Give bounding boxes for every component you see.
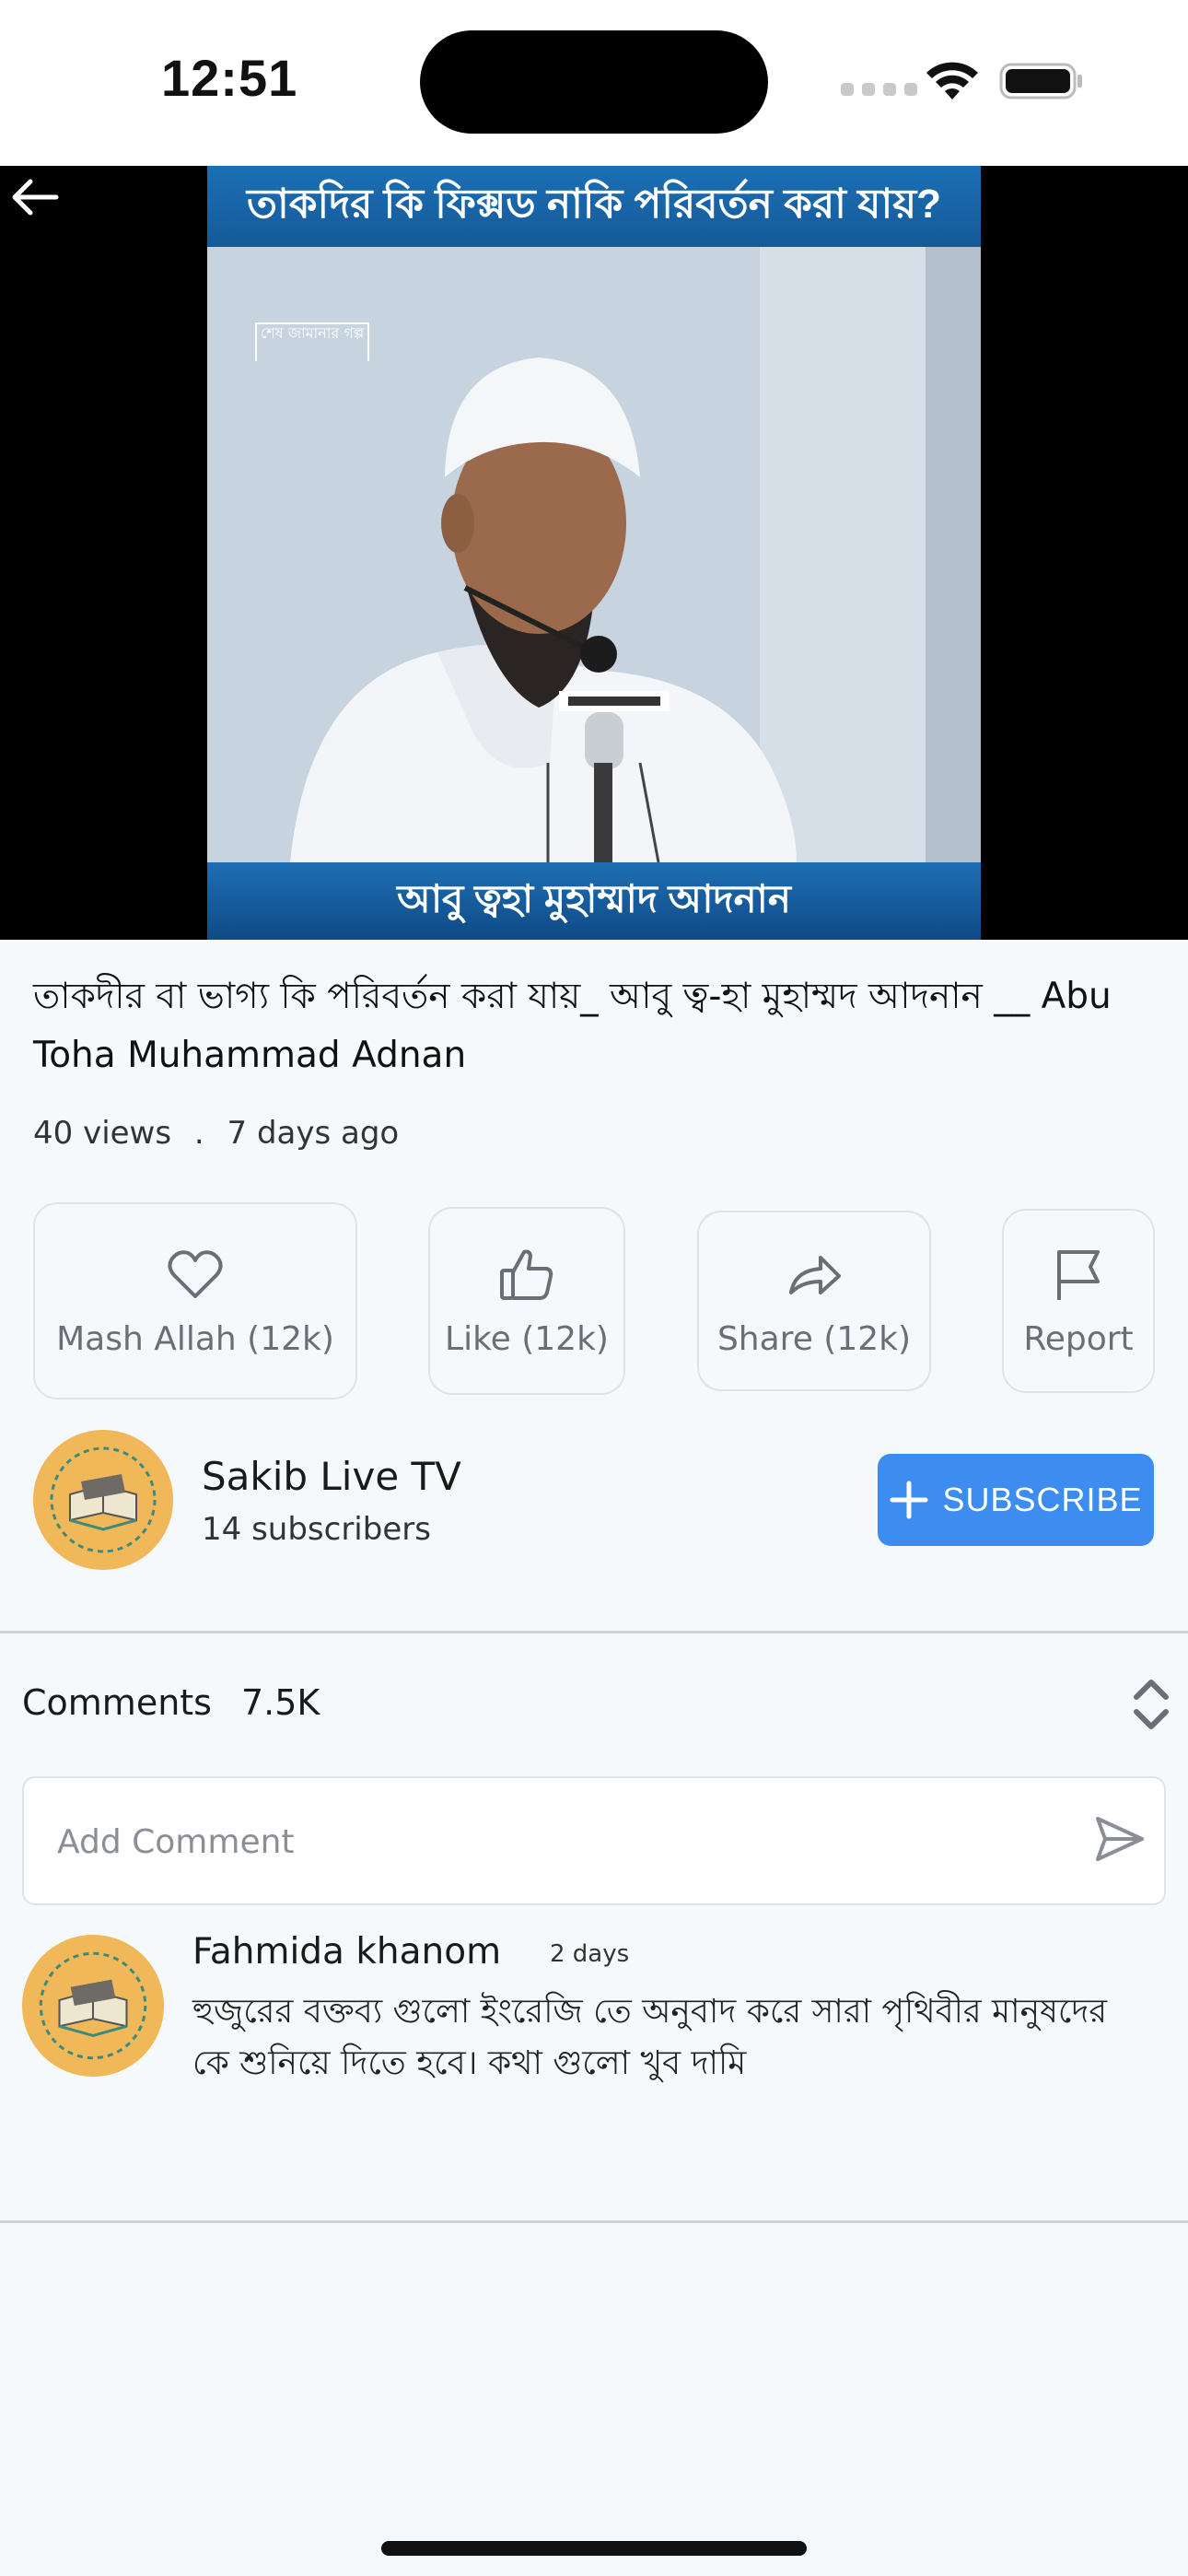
arrow-left-icon (12, 179, 59, 216)
channel-name[interactable]: Sakib Live TV (202, 1454, 461, 1499)
video-player[interactable]: তাকদির কি ফিক্সড নাকি পরিবর্তন করা যায়?… (0, 166, 1188, 940)
wifi-icon (926, 62, 978, 100)
comment-time: 2 days (550, 1940, 630, 1968)
heart-icon (168, 1249, 223, 1298)
meta-separator: . (193, 1115, 204, 1152)
commenter-avatar[interactable] (22, 1935, 164, 2077)
report-label: Report (1023, 1319, 1134, 1358)
upload-age: 7 days ago (227, 1115, 400, 1152)
thumbs-up-icon (500, 1249, 553, 1300)
chevron-up-down-icon[interactable] (1127, 1675, 1175, 1734)
video-title: তাকদীর বা ভাগ্য কি পরিবর্তন করা যায়_ আব… (33, 976, 1112, 1076)
cellular-signal-icon (841, 83, 917, 96)
video-thumbnail[interactable]: তাকদির কি ফিক্সড নাকি পরিবর্তন করা যায়?… (207, 166, 981, 940)
channel-avatar[interactable] (33, 1430, 173, 1570)
flag-icon (1057, 1249, 1100, 1300)
book-logo-icon (33, 1430, 173, 1570)
comment-text: হুজুরের বক্তব্য গুলো ইংরেজি তে অনুবাদ কর… (192, 1993, 1108, 2082)
like-label: Like (12k) (445, 1319, 609, 1358)
share-label: Share (12k) (716, 1319, 912, 1358)
comments-count: 7.5K (241, 1682, 320, 1723)
back-button[interactable] (7, 170, 63, 225)
thumbnail-bottom-banner: আবু ত্বহা মুহাম্মাদ আদনান (207, 862, 981, 940)
status-time: 12:51 (161, 49, 298, 107)
view-count: 40 views (33, 1115, 172, 1152)
subscribe-label: SUBSCRIBE (942, 1481, 1143, 1518)
like-button[interactable]: Like (12k) (428, 1207, 625, 1395)
channel-subscriber-count: 14 subscribers (202, 1511, 431, 1548)
subscribe-button[interactable]: SUBSCRIBE (878, 1454, 1154, 1546)
comment-author[interactable]: Fahmida khanom (192, 1931, 501, 1973)
add-comment-input[interactable] (55, 1778, 1054, 1905)
thumbnail-top-banner: তাকদির কি ফিক্সড নাকি পরিবর্তন করা যায়? (207, 166, 981, 247)
home-indicator[interactable] (381, 2541, 807, 2556)
book-logo-icon (22, 1935, 164, 2077)
plus-icon (890, 1481, 928, 1519)
report-button[interactable]: Report (1002, 1209, 1155, 1393)
video-meta: 40 views . 7 days ago (33, 1115, 399, 1152)
section-divider (0, 1631, 1188, 1633)
status-bar: 12:51 (0, 0, 1188, 166)
share-button[interactable]: Share (12k) (697, 1211, 931, 1391)
comments-heading: Comments (22, 1682, 212, 1723)
thumbnail-watermark: শেষ জামানার গল্প (255, 322, 369, 361)
send-icon[interactable] (1092, 1811, 1147, 1867)
mash-allah-label: Mash Allah (12k) (56, 1319, 334, 1358)
dynamic-island (420, 30, 768, 134)
section-divider (0, 2220, 1188, 2223)
battery-icon (999, 63, 1082, 100)
comment-box (22, 1776, 1166, 1905)
mash-allah-button[interactable]: Mash Allah (12k) (33, 1202, 357, 1399)
share-arrow-icon (789, 1255, 841, 1294)
